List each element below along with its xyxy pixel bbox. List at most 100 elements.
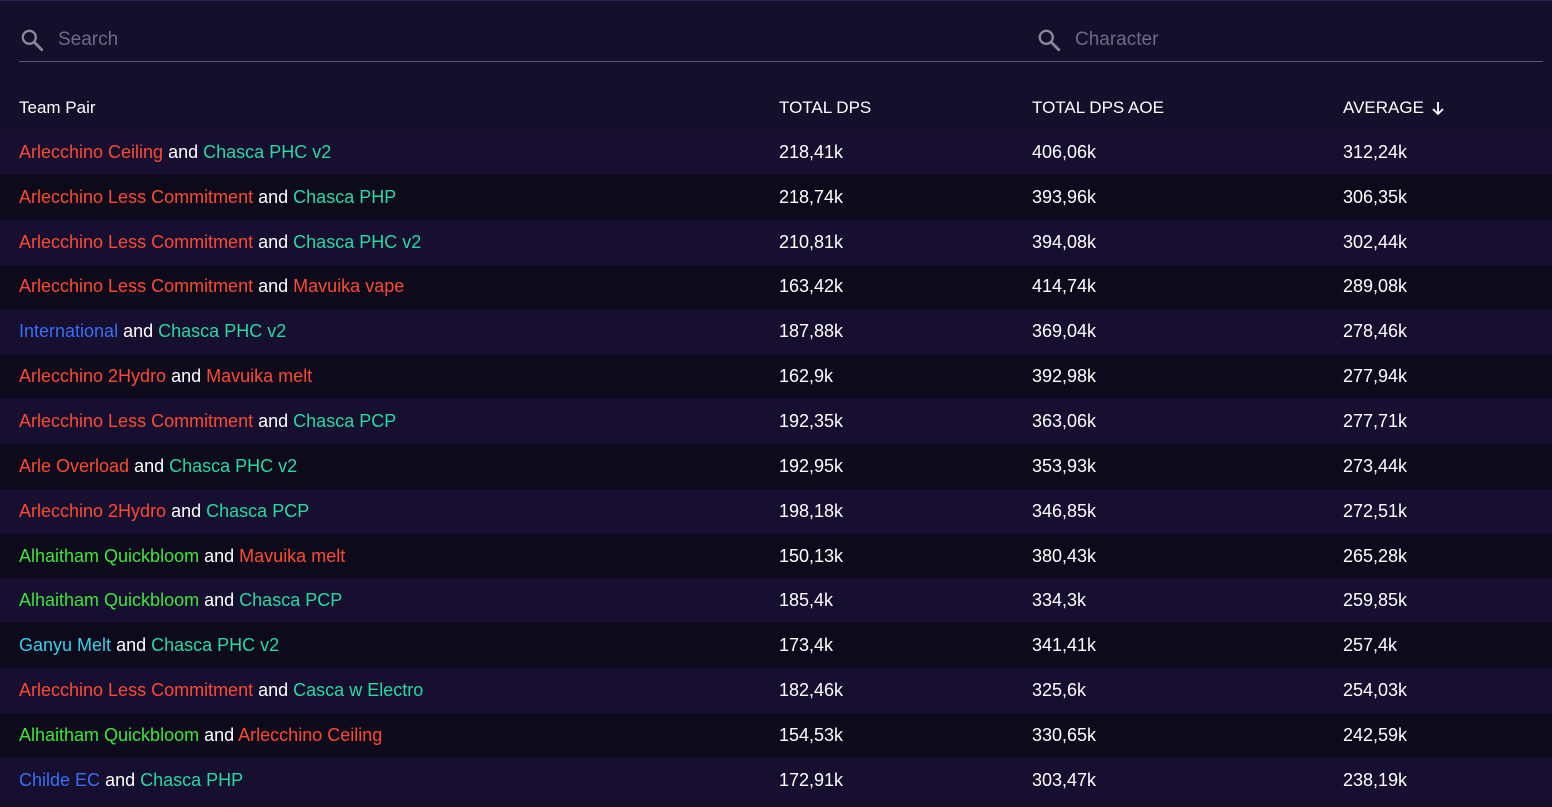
team1-name[interactable]: Arlecchino Less Commitment xyxy=(19,187,253,207)
team2-name[interactable]: Chasca PHP xyxy=(140,770,243,790)
header-average-label: AVERAGE xyxy=(1343,97,1424,117)
pair-connector: and xyxy=(204,545,235,566)
table-row[interactable]: Childe EC and Chasca PHP 172,91k 303,47k 23… xyxy=(0,757,1552,803)
total-dps-aoe-cell: 346,85k xyxy=(1032,500,1097,521)
team1-name[interactable]: Alhaitham Quickbloom xyxy=(19,590,199,610)
total-dps-aoe-cell: 369,04k xyxy=(1032,321,1097,342)
table-row[interactable]: Arlecchino Less Commitment and Chasca PC… xyxy=(0,399,1552,444)
team2-name[interactable]: Chasca PCP xyxy=(239,590,342,610)
header-total-dps-aoe[interactable]: TOTAL DPS AOE xyxy=(1032,98,1164,118)
team-pair-cell: Arlecchino Less Commitment and Casca w E… xyxy=(19,680,423,701)
pair-connector: and xyxy=(171,366,202,387)
total-dps-aoe-cell: 394,08k xyxy=(1032,231,1097,252)
pair-connector: and xyxy=(258,276,289,297)
team2-name[interactable]: Chasca PCP xyxy=(293,411,396,431)
team1-name[interactable]: Arlecchino Ceiling xyxy=(19,142,163,162)
team2-name[interactable]: Casca w Electro xyxy=(293,680,423,700)
average-cell: 242,59k xyxy=(1343,724,1408,745)
table-row[interactable]: Alhaitham Quickbloom and Arlecchino Ceil… xyxy=(0,712,1552,758)
table-row[interactable]: Arlecchino Less Commitment and Mavuika v… xyxy=(0,264,1552,310)
team-pair-cell: Arle Overload and Chasca PHC v2 xyxy=(19,456,297,477)
team-pair-cell: Arlecchino 2Hydro and Chasca PCP xyxy=(19,501,309,522)
total-dps-aoe-cell: 414,74k xyxy=(1032,276,1097,297)
team1-name[interactable]: Alhaitham Quickbloom xyxy=(19,546,199,566)
team1-name[interactable]: Arlecchino Less Commitment xyxy=(19,680,253,700)
total-dps-aoe-cell: 380,43k xyxy=(1032,545,1097,566)
table-row[interactable]: Arlecchino Less Commitment and Casca w E… xyxy=(0,668,1552,713)
header-team-pair[interactable]: Team Pair xyxy=(19,98,96,118)
table-row[interactable]: International and Chasca PHC v2 187,88k 36… xyxy=(0,309,1552,355)
team2-name[interactable]: Mavuika vape xyxy=(293,276,404,296)
arrow-down-icon[interactable] xyxy=(1430,100,1446,116)
header-average[interactable]: AVERAGE xyxy=(1343,98,1446,118)
team1-name[interactable]: Arlecchino Less Commitment xyxy=(19,232,253,252)
total-dps-cell: 172,91k xyxy=(779,769,844,790)
search-input[interactable] xyxy=(58,29,458,51)
table-row[interactable]: Arlecchino Less Commitment and Chasca PH… xyxy=(0,174,1552,220)
team2-name[interactable]: Chasca PHC v2 xyxy=(203,142,331,162)
total-dps-aoe-cell: 393,96k xyxy=(1032,186,1097,207)
total-dps-cell: 192,95k xyxy=(779,455,844,476)
total-dps-cell: 187,88k xyxy=(779,321,844,342)
team-pair-cell: Arlecchino Less Commitment and Chasca PH… xyxy=(19,232,421,253)
team2-name[interactable]: Chasca PHC v2 xyxy=(158,321,286,341)
table-row[interactable]: Arlecchino Less Commitment and Chasca PH… xyxy=(0,219,1552,265)
team2-name[interactable]: Mavuika melt xyxy=(206,366,312,386)
total-dps-aoe-cell: 363,06k xyxy=(1032,410,1097,431)
team-pair-cell: Ganyu Melt and Chasca PHC v2 xyxy=(19,635,279,656)
team1-name[interactable]: Arle Overload xyxy=(19,456,129,476)
team2-name[interactable]: Chasca PHP xyxy=(293,187,396,207)
total-dps-cell: 150,13k xyxy=(779,545,844,566)
total-dps-aoe-cell: 406,06k xyxy=(1032,141,1097,162)
table-row[interactable]: Alhaitham Quickbloom and Chasca PCP 185,4… xyxy=(0,578,1552,624)
average-cell: 278,46k xyxy=(1343,321,1408,342)
team-pair-cell: Alhaitham Quickbloom and Chasca PCP xyxy=(19,590,342,611)
team2-name[interactable]: Chasca PHC v2 xyxy=(151,635,279,655)
team1-name[interactable]: Arlecchino 2Hydro xyxy=(19,501,166,521)
team2-name[interactable]: Chasca PCP xyxy=(206,501,309,521)
team2-name[interactable]: Chasca PHC v2 xyxy=(169,456,297,476)
team1-name[interactable]: Arlecchino Less Commitment xyxy=(19,411,253,431)
character-search-field[interactable] xyxy=(1036,19,1536,61)
team-search-field[interactable] xyxy=(19,19,919,61)
team1-name[interactable]: International xyxy=(19,321,118,341)
total-dps-cell: 185,4k xyxy=(779,590,834,611)
pair-connector: and xyxy=(258,231,289,252)
average-cell: 272,51k xyxy=(1343,500,1408,521)
team-pair-cell: Childe EC and Chasca PHP xyxy=(19,770,243,791)
pair-connector: and xyxy=(258,680,289,701)
team2-name[interactable]: Chasca PHC v2 xyxy=(293,232,421,252)
character-input[interactable] xyxy=(1075,29,1475,51)
total-dps-cell: 182,46k xyxy=(779,680,844,701)
table-row[interactable]: Arlecchino 2Hydro and Chasca PCP 198,18k 3… xyxy=(0,488,1552,534)
table-row[interactable]: Arle Overload and Chasca PHC v2 192,95k 35… xyxy=(0,443,1552,489)
team1-name[interactable]: Alhaitham Quickbloom xyxy=(19,725,199,745)
team1-name[interactable]: Ganyu Melt xyxy=(19,635,111,655)
average-cell: 238,19k xyxy=(1343,769,1408,790)
table-row[interactable]: Alhaitham Quickbloom and Mavuika melt 150… xyxy=(0,533,1552,579)
team1-name[interactable]: Childe EC xyxy=(19,770,100,790)
table-row[interactable]: Arlecchino 2Hydro and Mavuika melt 162,9k… xyxy=(0,354,1552,400)
team1-name[interactable]: Arlecchino 2Hydro xyxy=(19,366,166,386)
total-dps-aoe-cell: 341,41k xyxy=(1032,635,1097,656)
pair-connector: and xyxy=(204,590,235,611)
table-header-row: Team Pair TOTAL DPS TOTAL DPS AOE AVERAG… xyxy=(0,85,1552,130)
pair-connector: and xyxy=(123,321,154,342)
total-dps-aoe-cell: 325,6k xyxy=(1032,680,1087,701)
team-pair-cell: Arlecchino Less Commitment and Chasca PC… xyxy=(19,411,396,432)
team-pair-table: Team Pair TOTAL DPS TOTAL DPS AOE AVERAG… xyxy=(0,85,1552,803)
team2-name[interactable]: Arlecchino Ceiling xyxy=(238,725,382,745)
team1-name[interactable]: Arlecchino Less Commitment xyxy=(19,276,253,296)
team2-name[interactable]: Mavuika melt xyxy=(239,546,345,566)
total-dps-cell: 162,9k xyxy=(779,366,834,387)
team-pair-dps-page: Team Pair TOTAL DPS TOTAL DPS AOE AVERAG… xyxy=(0,0,1552,807)
team-pair-cell: Arlecchino 2Hydro and Mavuika melt xyxy=(19,366,312,387)
average-cell: 312,24k xyxy=(1343,141,1408,162)
table-row[interactable]: Ganyu Melt and Chasca PHC v2 173,4k 341,41… xyxy=(0,623,1552,669)
header-total-dps[interactable]: TOTAL DPS xyxy=(779,98,871,118)
total-dps-aoe-cell: 334,3k xyxy=(1032,590,1087,611)
team-pair-cell: Alhaitham Quickbloom and Arlecchino Ceil… xyxy=(19,725,382,746)
table-row[interactable]: Arlecchino Ceiling and Chasca PHC v2 218,… xyxy=(0,130,1552,175)
average-cell: 277,71k xyxy=(1343,410,1408,431)
total-dps-cell: 173,4k xyxy=(779,635,834,656)
